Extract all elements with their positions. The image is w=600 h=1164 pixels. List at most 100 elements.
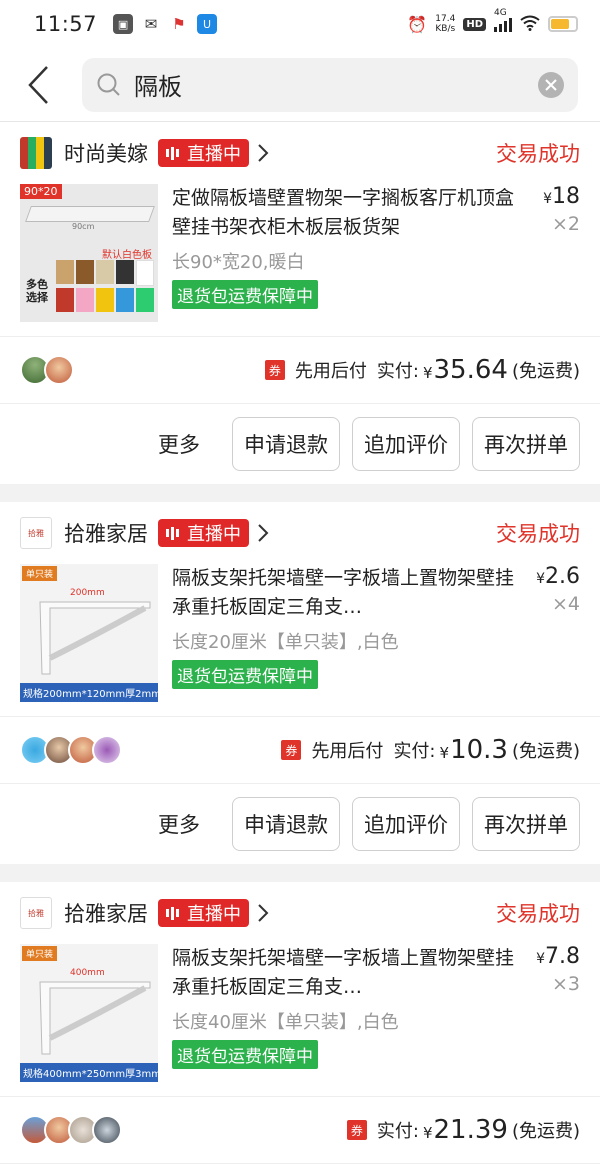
more-button[interactable]: 更多 [158,809,200,839]
order-status: 交易成功 [496,522,580,546]
product-row[interactable]: 90*20 90cm 默认白色板 多色 选择 定做隔板墙壁置物架一字搁板客厅机顶… [0,184,600,336]
chevron-right-icon[interactable] [257,903,269,923]
unit-price: 18 [552,184,580,209]
product-info: 定做隔板墙壁置物架一字搁板客厅机顶盒壁挂书架衣柜木板层板货架 长90*宽20,暖… [172,184,530,336]
chevron-right-icon[interactable] [257,143,269,163]
product-thumbnail[interactable]: 单只装 200mm 规格200mm*120mm厚2mm [20,564,158,702]
wechat-icon: ✉ [141,14,162,34]
live-icon [166,906,179,920]
guarantee-tag: 退货包运费保障中 [172,1040,318,1069]
currency-symbol: ¥ [536,951,545,967]
close-icon [545,78,557,91]
rebuy-button[interactable]: 再次拼单 [472,417,580,471]
back-arrow-icon [28,65,48,104]
shop-logo[interactable] [20,137,52,169]
refund-button[interactable]: 申请退款 [232,417,340,471]
search-input[interactable]: 隔板 [82,57,578,112]
clear-search-button[interactable] [538,71,564,98]
chevron-right-icon[interactable] [257,523,269,543]
shipping-note: (免运费) [511,1121,580,1142]
bracket-drawing [39,601,151,675]
more-button[interactable]: 更多 [158,429,200,459]
order-header: 拾雅 拾雅家居 直播中 交易成功 [0,882,600,944]
order-actions: 更多 申请退款 追加评价 再次拼单 [0,784,600,864]
system-status: ⏰ 17.4 KB/s HD 4G [407,8,578,34]
shipping-note: (免运费) [511,361,580,382]
status-bar: 11:57 ▣ ✉ ⚑ U ⏰ 17.4 KB/s HD 4G [0,0,600,48]
payment-row: 券 实付: ¥21.39 (免运费) [0,1096,600,1164]
shop-logo[interactable]: 拾雅 [20,517,52,549]
shop-logo[interactable]: 拾雅 [20,897,52,929]
live-badge[interactable]: 直播中 [158,139,249,167]
order-card: 时尚美嫁 直播中 交易成功 90*20 90cm 默认白色板 多色 选择 定做隔… [0,122,600,484]
guarantee-tag: 退货包运费保障中 [172,280,318,309]
coupon-icon: 券 [264,360,285,380]
live-icon [166,526,179,540]
paid-amount: ¥21.39 [422,1115,508,1145]
avatar [92,1115,122,1145]
quantity: ×2 [551,213,580,235]
actual-paid-label: 实付: [393,741,436,762]
product-row[interactable]: 单只装 200mm 规格200mm*120mm厚2mm 隔板支架托架墙壁一字板墙… [0,564,600,716]
group-avatars[interactable] [20,355,74,385]
payment-row: 券 先用后付 实付: ¥35.64 (免运费) [0,336,600,404]
hd-badge: HD [463,17,486,31]
group-avatars[interactable] [20,1115,122,1145]
order-actions: 更多 申请退款 追加评价 再次拼单 [0,404,600,484]
group-avatars[interactable] [20,735,122,765]
live-badge[interactable]: 直播中 [158,519,249,547]
avatar [92,735,122,765]
product-spec: 长90*宽20,暖白 [172,252,305,273]
order-header: 时尚美嫁 直播中 交易成功 [0,122,600,184]
product-info: 隔板支架托架墙壁一字板墙上置物架壁挂承重托板固定三角支… 长度20厘米【单只装】… [172,564,530,716]
guarantee-tag: 退货包运费保障中 [172,660,318,689]
shop-name[interactable]: 时尚美嫁 [64,138,148,168]
rebuy-button[interactable]: 再次拼单 [472,797,580,851]
paid-amount: ¥10.3 [439,735,508,765]
product-thumbnail[interactable]: 单只装 400mm 规格400mm*250mm厚3mm [20,944,158,1082]
product-price: ¥18 ×2 [530,184,580,336]
quantity: ×3 [551,973,580,995]
clock: 11:57 [34,12,98,36]
payment-summary: 券 实付: ¥21.39 (免运费) [346,1115,580,1145]
unit-price: 2.6 [545,564,580,589]
order-status: 交易成功 [496,902,580,926]
live-icon [166,146,179,160]
quantity: ×4 [551,593,580,615]
map-pin-icon: ⚑ [169,14,190,34]
refund-button[interactable]: 申请退款 [232,797,340,851]
app-u-icon: U [197,14,218,34]
signal-icon: 4G [494,8,512,32]
product-title: 定做隔板墙壁置物架一字搁板客厅机顶盒壁挂书架衣柜木板层板货架 [172,187,515,238]
product-spec: 长度20厘米【单只装】,白色 [172,632,399,653]
live-badge[interactable]: 直播中 [158,899,249,927]
payment-row: 券 先用后付 实付: ¥10.3 (免运费) [0,716,600,784]
unit-price: 7.8 [545,944,580,969]
coupon-icon: 券 [346,1120,367,1140]
pay-later-label: 先用后付 [294,361,367,382]
app-notification-icon: ▣ [113,14,134,34]
order-status: 交易成功 [496,142,580,166]
battery-icon [548,16,578,32]
payment-summary: 券 先用后付 实付: ¥35.64 (免运费) [264,355,580,385]
network-type: 4G [494,8,507,18]
paid-amount: ¥35.64 [422,355,508,385]
color-swatches [56,260,154,312]
notification-icons: ▣ ✉ ⚑ U [113,14,218,34]
shop-name[interactable]: 拾雅家居 [64,898,148,928]
product-price: ¥7.8 ×3 [530,944,580,1096]
product-title: 隔板支架托架墙壁一字板墙上置物架壁挂承重托板固定三角支… [172,567,515,618]
search-header: 隔板 [0,48,600,122]
product-row[interactable]: 单只装 400mm 规格400mm*250mm厚3mm 隔板支架托架墙壁一字板墙… [0,944,600,1096]
back-button[interactable] [16,60,60,110]
pay-later-label: 先用后付 [311,741,384,762]
shipping-note: (免运费) [511,741,580,762]
shop-name[interactable]: 拾雅家居 [64,518,148,548]
coupon-icon: 券 [281,740,302,760]
currency-symbol: ¥ [536,571,545,587]
payment-summary: 券 先用后付 实付: ¥10.3 (免运费) [281,735,580,765]
order-card: 拾雅 拾雅家居 直播中 交易成功 单只装 400mm 规格400mm*250mm… [0,882,600,1164]
add-review-button[interactable]: 追加评价 [352,417,460,471]
product-thumbnail[interactable]: 90*20 90cm 默认白色板 多色 选择 [20,184,158,322]
add-review-button[interactable]: 追加评价 [352,797,460,851]
